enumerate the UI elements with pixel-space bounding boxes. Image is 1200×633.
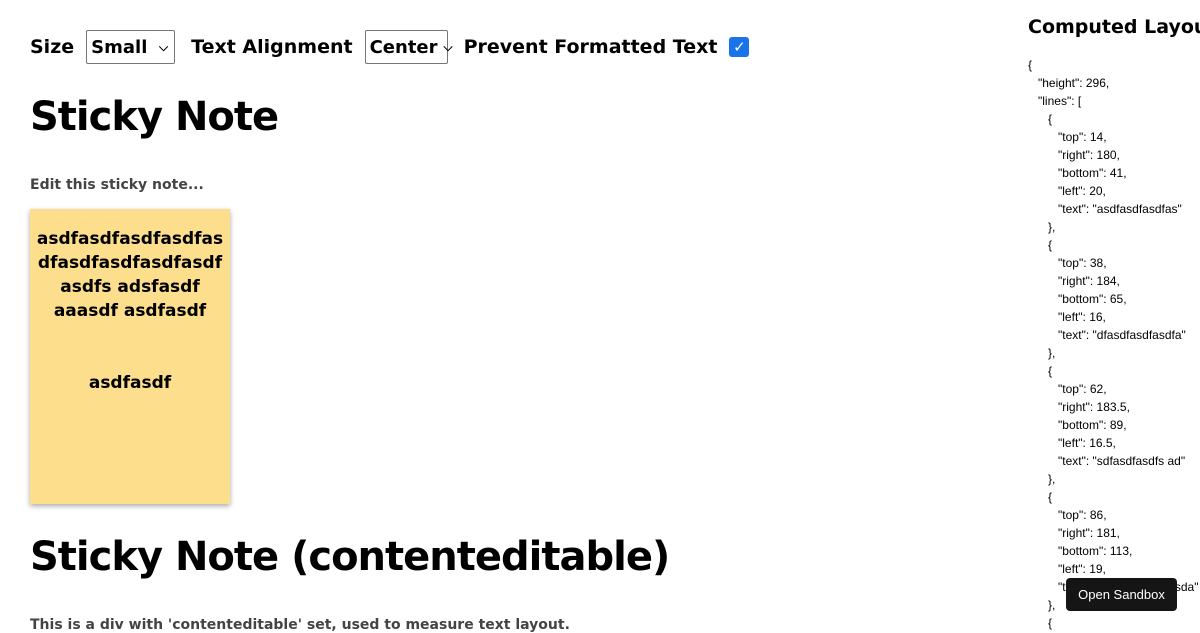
controls-bar: Size Small ⌵ Text Alignment Center ⌵ Pre… (30, 30, 750, 64)
size-select[interactable]: Small ⌵ (86, 30, 176, 64)
size-select-value: Small (91, 36, 148, 58)
contenteditable-subtitle: This is a div with 'contenteditable' set… (30, 617, 570, 633)
note-blank-space (30, 323, 230, 371)
text-alignment-select-value: Center (369, 36, 438, 58)
prevent-formatted-text-checkbox[interactable]: ✓ (729, 37, 750, 57)
computed-layout-json: { "height": 296, "lines": [ { "top": 14,… (1028, 58, 1199, 630)
note-line: dfasdfasdfasdfasdf (37, 253, 223, 273)
sticky-note[interactable]: asdfasdfasdfasdfas dfasdfasdfasdfasdf as… (30, 209, 230, 504)
prevent-formatted-text-label: Prevent Formatted Text (463, 36, 718, 58)
sticky-note-subtitle: Edit this sticky note... (30, 177, 204, 193)
size-label: Size (30, 36, 75, 58)
checkmark-icon: ✓ (733, 38, 746, 56)
note-line: asdfasdfasdfasdfas (36, 229, 224, 249)
text-alignment-label: Text Alignment (191, 36, 353, 58)
chevron-down-icon: ⌵ (443, 39, 453, 54)
contenteditable-heading: Sticky Note (contenteditable) (30, 534, 670, 580)
text-alignment-select[interactable]: Center ⌵ (364, 30, 453, 64)
open-sandbox-button[interactable]: Open Sandbox (1066, 578, 1177, 611)
sticky-note-heading: Sticky Note (30, 94, 279, 140)
computed-layout-title: Computed Layout (1028, 16, 1200, 38)
chevron-down-icon: ⌵ (159, 39, 169, 54)
note-line: asdfasdf (88, 373, 172, 393)
note-line: aaasdf asdfasdf (53, 301, 207, 321)
note-line: asdfs adsfasdf (60, 277, 200, 297)
